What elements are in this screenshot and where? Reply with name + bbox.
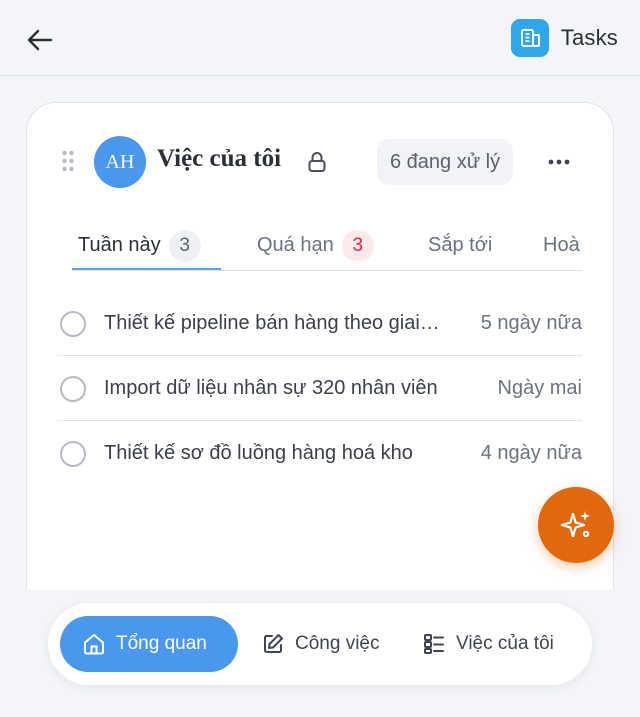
tab-bar: Tuần này 3 Quá hạn 3 Sắp tới Hoà — [72, 221, 582, 271]
ai-assistant-button[interactable] — [538, 487, 614, 563]
app-switcher[interactable]: Tasks — [510, 18, 618, 58]
count-badge: 3 — [168, 229, 201, 262]
nav-my-tasks[interactable]: Việc của tôi — [422, 616, 554, 672]
tab-completed[interactable]: Hoà — [543, 221, 580, 270]
task-list: Thiết kế pipeline bán hàng theo giai đoạ… — [57, 291, 582, 486]
task-checkbox[interactable] — [60, 441, 86, 467]
task-due-date: 4 ngày nữa — [480, 442, 582, 464]
card-header: AH Việc của tôi 6 đang xử lý — [27, 133, 613, 191]
avatar: AH — [94, 136, 146, 188]
tab-label: Sắp tới — [428, 234, 493, 256]
tab-label: Quá hạn — [257, 234, 334, 256]
card-title: Việc của tôi — [157, 145, 282, 172]
more-horizontal-icon — [548, 159, 570, 165]
task-title: Import dữ liệu nhân sự 320 nhân viên — [104, 377, 438, 399]
top-bar: Tasks — [0, 0, 640, 76]
nav-overview[interactable]: Tổng quan — [60, 616, 238, 672]
more-options-button[interactable] — [543, 147, 575, 177]
tab-overdue[interactable]: Quá hạn 3 — [257, 221, 374, 270]
drag-handle-icon[interactable] — [61, 150, 75, 172]
status-badge[interactable]: 6 đang xử lý — [377, 139, 514, 185]
nav-label: Tổng quan — [116, 633, 207, 654]
back-button[interactable] — [22, 22, 58, 58]
list-item[interactable]: Thiết kế sơ đồ luồng hàng hoá kho 4 ngày… — [57, 421, 582, 486]
app-name: Tasks — [560, 25, 618, 50]
home-icon — [84, 634, 104, 655]
list-item[interactable]: Import dữ liệu nhân sự 320 nhân viên Ngà… — [57, 356, 582, 421]
list-icon — [424, 634, 444, 654]
tab-label: Tuần này — [78, 234, 161, 256]
my-tasks-card: AH Việc của tôi 6 đang xử lý Tuần này 3 … — [26, 102, 614, 622]
lock-icon — [308, 152, 326, 172]
edit-icon — [264, 634, 283, 653]
count-badge: 3 — [341, 229, 374, 262]
tab-label: Hoà — [543, 234, 580, 256]
building-icon — [510, 19, 549, 57]
task-due-date: 5 ngày nữa — [480, 312, 582, 334]
active-tab-indicator — [72, 268, 221, 270]
nav-label: Việc của tôi — [456, 633, 554, 654]
tab-upcoming[interactable]: Sắp tới — [428, 221, 492, 270]
sparkles-icon — [560, 511, 590, 538]
tab-this-week[interactable]: Tuần này 3 — [78, 221, 201, 270]
task-due-date: Ngày mai — [497, 377, 582, 399]
bottom-nav: Tổng quan Công việc Việc của tôi — [48, 603, 592, 685]
nav-label: Công việc — [295, 633, 380, 654]
task-checkbox[interactable] — [60, 376, 86, 402]
task-title: Thiết kế pipeline bán hàng theo giai đoạ… — [104, 312, 444, 334]
list-item[interactable]: Thiết kế pipeline bán hàng theo giai đoạ… — [57, 291, 582, 356]
task-title: Thiết kế sơ đồ luồng hàng hoá kho — [104, 442, 413, 464]
arrow-left-icon — [27, 29, 53, 51]
nav-tasks[interactable]: Công việc — [261, 616, 380, 672]
task-checkbox[interactable] — [60, 311, 86, 337]
